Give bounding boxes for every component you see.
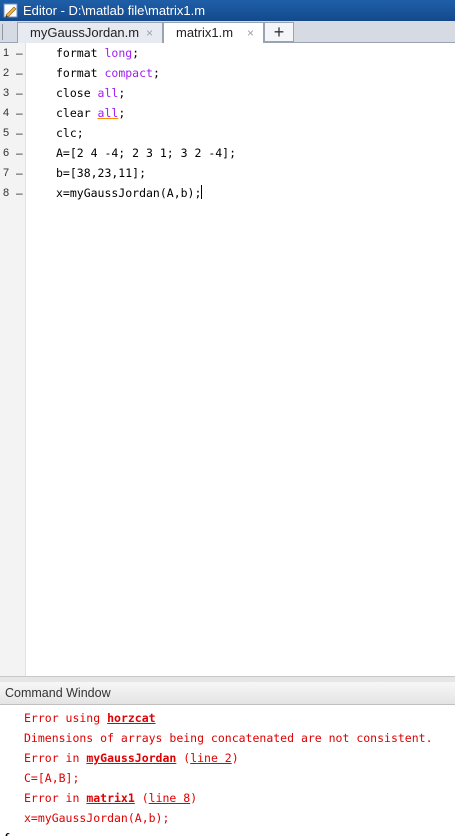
breakpoint-marker[interactable]: –	[16, 143, 23, 163]
code-text: clc;	[56, 126, 84, 140]
tab-matrix1[interactable]: matrix1.m ×	[163, 22, 264, 44]
code-text: format compact;	[56, 66, 160, 80]
line-number: 4	[3, 107, 10, 119]
line-number: 5	[3, 127, 10, 139]
close-icon[interactable]: ×	[144, 27, 155, 39]
code-line[interactable]: 7– b=[38,23,11];	[0, 163, 455, 183]
breakpoint-marker[interactable]: –	[16, 43, 23, 63]
line-number: 1	[3, 47, 10, 59]
window-title: Editor - D:\matlab file\matrix1.m	[23, 3, 206, 18]
fx-icon[interactable]: fx	[4, 830, 15, 836]
tab-mygaussjordan[interactable]: myGaussJordan.m ×	[17, 22, 163, 43]
tab-grip[interactable]	[2, 24, 14, 40]
command-output-line: Error using horzcat	[24, 711, 156, 725]
code-text: A=[2 4 -4; 2 3 1; 3 2 -4];	[56, 146, 237, 160]
line-link[interactable]: line 8	[149, 791, 191, 805]
tab-label: myGaussJordan.m	[30, 25, 140, 40]
command-output-line: C=[A,B];	[24, 771, 80, 785]
code-line[interactable]: 6– A=[2 4 -4; 2 3 1; 3 2 -4];	[0, 143, 455, 163]
command-window-header: Command Window	[0, 682, 455, 705]
breakpoint-marker[interactable]: –	[16, 163, 23, 183]
tab-strip: myGaussJordan.m × matrix1.m × +	[0, 21, 455, 44]
text-cursor	[201, 185, 203, 199]
breakpoint-marker[interactable]: –	[16, 183, 23, 203]
new-tab-button[interactable]: +	[264, 22, 294, 42]
line-number: 3	[3, 87, 10, 99]
title-bar: Editor - D:\matlab file\matrix1.m	[0, 0, 455, 21]
code-line[interactable]: 1– format long;	[0, 43, 455, 63]
error-link[interactable]: myGaussJordan	[86, 751, 176, 765]
line-number: 2	[3, 67, 10, 79]
command-output-line: x=myGaussJordan(A,b);	[24, 811, 170, 825]
line-number: 8	[3, 187, 10, 199]
error-link[interactable]: matrix1	[86, 791, 134, 805]
code-line[interactable]: 2– format compact;	[0, 63, 455, 83]
tab-label: matrix1.m	[176, 25, 234, 40]
code-line[interactable]: 8– x=myGaussJordan(A,b);	[0, 183, 455, 203]
command-window[interactable]: Error using horzcat Dimensions of arrays …	[0, 705, 455, 836]
code-editor[interactable]: 1– format long; 2– format compact; 3– close a…	[0, 43, 455, 676]
command-output-line: Dimensions of arrays being concatenated …	[24, 731, 433, 745]
breakpoint-marker[interactable]: –	[16, 63, 23, 83]
breakpoint-marker[interactable]: –	[16, 123, 23, 143]
breakpoint-marker[interactable]: –	[16, 103, 23, 123]
error-link[interactable]: horzcat	[107, 711, 155, 725]
code-text: format long;	[56, 46, 140, 60]
editor-icon	[3, 3, 18, 18]
code-text: x=myGaussJordan(A,b);	[56, 185, 203, 200]
command-window-title: Command Window	[5, 686, 111, 700]
line-number: 6	[3, 147, 10, 159]
command-prompt[interactable]: >>	[24, 832, 38, 836]
command-output-line: Error in myGaussJordan (line 2)	[24, 751, 239, 765]
command-output-line: Error in matrix1 (line 8)	[24, 791, 198, 805]
code-text: clear all;	[56, 106, 126, 120]
breakpoint-marker[interactable]: –	[16, 83, 23, 103]
line-link[interactable]: line 2	[190, 751, 232, 765]
code-line[interactable]: 4– clear all;	[0, 103, 455, 123]
close-icon[interactable]: ×	[245, 27, 256, 39]
code-line[interactable]: 3– close all;	[0, 83, 455, 103]
code-line[interactable]: 5– clc;	[0, 123, 455, 143]
line-number: 7	[3, 167, 10, 179]
code-text: close all;	[56, 86, 126, 100]
code-text: b=[38,23,11];	[56, 166, 147, 180]
